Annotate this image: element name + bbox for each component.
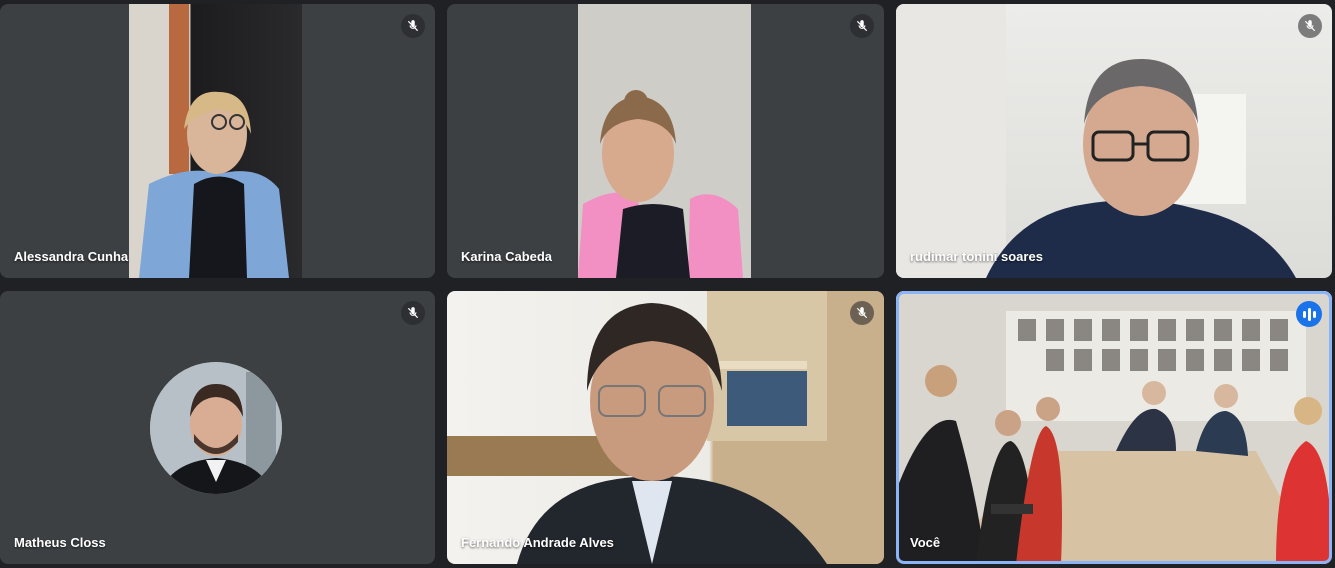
participant-name: rudimar tonini soares bbox=[910, 249, 1043, 264]
participant-name: Matheus Closs bbox=[14, 535, 106, 550]
participant-name: Karina Cabeda bbox=[461, 249, 553, 264]
participant-video bbox=[447, 291, 884, 564]
person-figure bbox=[447, 291, 827, 564]
person-figure bbox=[896, 4, 1296, 278]
participant-tile-karina-cabeda[interactable]: Karina Cabeda bbox=[447, 4, 884, 278]
participant-tile-voce[interactable]: Você bbox=[896, 291, 1332, 564]
mic-off-icon[interactable] bbox=[401, 14, 425, 38]
avatar bbox=[150, 362, 282, 494]
meeting-room-scene bbox=[896, 291, 1332, 564]
person-figure bbox=[578, 90, 743, 278]
participant-name: Fernando Andrade Alves bbox=[461, 535, 614, 550]
participant-video bbox=[129, 4, 302, 278]
participant-name: Você bbox=[910, 535, 941, 550]
mic-off-icon[interactable] bbox=[1298, 14, 1322, 38]
mic-off-icon[interactable] bbox=[850, 14, 874, 38]
participant-video bbox=[896, 291, 1332, 564]
participant-tile-fernando-andrade-alves[interactable]: Fernando Andrade Alves bbox=[447, 291, 884, 564]
mic-off-icon[interactable] bbox=[850, 301, 874, 325]
participant-tile-matheus-closs[interactable]: Matheus Closs bbox=[0, 291, 435, 564]
audio-level-icon bbox=[1296, 301, 1322, 327]
participant-tile-alessandra-cunha[interactable]: Alessandra Cunha bbox=[0, 4, 435, 278]
participant-name: Alessandra Cunha bbox=[14, 249, 129, 264]
participant-video bbox=[896, 4, 1332, 278]
person-figure bbox=[139, 4, 289, 278]
mic-off-icon[interactable] bbox=[401, 301, 425, 325]
participant-tile-rudimar-tonini-soares[interactable]: rudimar tonini soares bbox=[896, 4, 1332, 278]
participant-video bbox=[578, 4, 751, 278]
